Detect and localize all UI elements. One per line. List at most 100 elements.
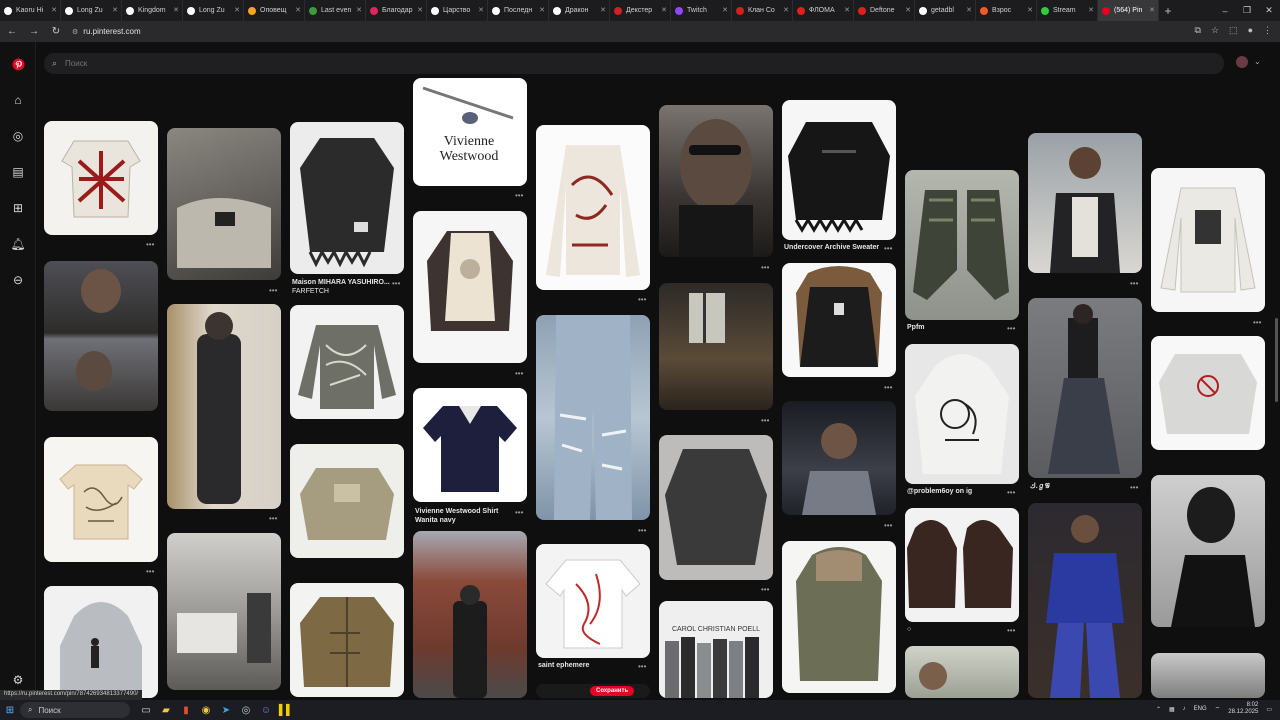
- notifications-bell-icon[interactable]: 🔔︎: [8, 234, 28, 254]
- pin-beige-tshirt-print[interactable]: [44, 437, 158, 562]
- menu-dots-icon[interactable]: ⋮: [1263, 25, 1272, 36]
- back-arrow-icon[interactable]: ←: [6, 26, 18, 37]
- chrome-icon[interactable]: ◉: [196, 700, 216, 720]
- pin-brown-hoodies[interactable]: [905, 508, 1019, 622]
- tab-close-icon[interactable]: ✕: [478, 6, 484, 14]
- browser-tab[interactable]: Kaoru Hi ✕: [0, 0, 61, 21]
- browser-tab[interactable]: getadbl ✕: [915, 0, 976, 21]
- more-options-icon[interactable]: •••: [1007, 324, 1015, 333]
- more-options-icon[interactable]: •••: [761, 416, 769, 425]
- bookmark-star-icon[interactable]: ☆: [1211, 25, 1219, 36]
- tab-close-icon[interactable]: ✕: [1088, 6, 1094, 14]
- browser-tab[interactable]: Deftone ✕: [854, 0, 915, 21]
- pinterest-logo-icon[interactable]: [8, 54, 28, 74]
- windows-start-icon[interactable]: ⊞: [0, 700, 20, 720]
- tab-close-icon[interactable]: ✕: [173, 6, 179, 14]
- tab-close-icon[interactable]: ✕: [783, 6, 789, 14]
- browser-tab[interactable]: Дракон ✕: [549, 0, 610, 21]
- app-bars-icon[interactable]: ▌▌: [276, 700, 296, 720]
- tab-close-icon[interactable]: ✕: [112, 6, 118, 14]
- install-icon[interactable]: ⧉: [1195, 25, 1201, 36]
- tab-close-icon[interactable]: ✕: [1149, 6, 1155, 14]
- pin-person-sunglasses[interactable]: [659, 105, 773, 257]
- more-options-icon[interactable]: •••: [1007, 626, 1015, 635]
- pin-partial-room[interactable]: [1151, 653, 1265, 698]
- more-options-icon[interactable]: •••: [761, 585, 769, 594]
- pin-layered-longsleeve[interactable]: [413, 211, 527, 363]
- more-options-icon[interactable]: •••: [761, 263, 769, 272]
- tab-close-icon[interactable]: ✕: [356, 6, 362, 14]
- create-plus-icon[interactable]: ⊞: [8, 198, 28, 218]
- browser-tab[interactable]: Благодар ✕: [366, 0, 427, 21]
- pin-white-sweater-red-cross[interactable]: [44, 121, 158, 235]
- steam-icon[interactable]: ◎: [236, 700, 256, 720]
- forward-arrow-icon[interactable]: →: [28, 26, 40, 37]
- reload-icon[interactable]: ↻: [50, 26, 62, 37]
- pin-grey-room[interactable]: [167, 533, 281, 690]
- site-info-icon[interactable]: ⚙: [72, 28, 78, 36]
- maximize-icon[interactable]: ❐: [1236, 0, 1258, 21]
- new-tab-button[interactable]: +: [1159, 4, 1177, 18]
- pin-person-light-room[interactable]: [905, 646, 1019, 698]
- pin-grey-hoodie[interactable]: [44, 586, 158, 698]
- more-options-icon[interactable]: •••: [146, 240, 154, 249]
- settings-gear-icon[interactable]: ⚙: [8, 670, 28, 690]
- tab-close-icon[interactable]: ✕: [905, 6, 911, 14]
- tab-close-icon[interactable]: ✕: [661, 6, 667, 14]
- user-avatar[interactable]: [1236, 56, 1248, 68]
- pin-printed-white-tee[interactable]: [1151, 168, 1265, 312]
- browser-tab[interactable]: Twitch ✕: [671, 0, 732, 21]
- pin-partial-black[interactable]: Сохранить: [536, 684, 650, 698]
- taskbar-search[interactable]: ⌕ Поиск: [20, 702, 130, 718]
- pin-vivienne-westwood-logo[interactable]: Vivienne Westwood: [413, 78, 527, 186]
- tab-close-icon[interactable]: ✕: [539, 6, 545, 14]
- more-options-icon[interactable]: •••: [1007, 488, 1015, 497]
- pin-white-shirt-red-print[interactable]: [536, 544, 650, 658]
- browser-tab[interactable]: Stream ✕: [1037, 0, 1098, 21]
- language-indicator[interactable]: ENG: [1194, 706, 1207, 712]
- pin-person-brick-house[interactable]: [413, 531, 527, 698]
- pin-person-collage[interactable]: [44, 261, 158, 411]
- more-options-icon[interactable]: •••: [638, 662, 646, 671]
- tray-chevron-icon[interactable]: ⌃: [1156, 706, 1161, 713]
- url-field[interactable]: ⚙ ru.pinterest.com: [72, 27, 141, 36]
- browser-tab[interactable]: Взрос ✕: [976, 0, 1037, 21]
- pin-dark-sweater-on-wall[interactable]: [659, 435, 773, 580]
- telegram-icon[interactable]: ➤: [216, 700, 236, 720]
- more-options-icon[interactable]: •••: [1253, 318, 1261, 327]
- tab-close-icon[interactable]: ✕: [966, 6, 972, 14]
- volume-icon[interactable]: ♪: [1183, 706, 1186, 712]
- pin-person-grey-sweater[interactable]: [782, 401, 896, 515]
- wifi-icon[interactable]: ⌔: [1215, 705, 1221, 713]
- pin-mirror-selfie-jacket[interactable]: [1028, 133, 1142, 273]
- more-options-icon[interactable]: •••: [269, 514, 277, 523]
- browser-tab[interactable]: Декстер ✕: [610, 0, 671, 21]
- pin-carol-christian-poell-clothes[interactable]: CAROL CHRISTIAN POELL: [659, 601, 773, 698]
- pin-printed-white-longsleeve[interactable]: [536, 125, 650, 290]
- browser-tab[interactable]: Long Zu ✕: [61, 0, 122, 21]
- pin-black-puffer-fur-hood[interactable]: [782, 263, 896, 377]
- pin-mirror-selfie[interactable]: [167, 304, 281, 509]
- browser-tab[interactable]: Last even ✕: [305, 0, 366, 21]
- pin-navy-polo-shirt[interactable]: [413, 388, 527, 502]
- browser-tab[interactable]: Клан Со ✕: [732, 0, 793, 21]
- more-options-icon[interactable]: •••: [1130, 483, 1138, 492]
- more-options-icon[interactable]: •••: [638, 295, 646, 304]
- more-options-icon[interactable]: •••: [1130, 279, 1138, 288]
- pin-graffiti-longsleeve[interactable]: [290, 305, 404, 419]
- pin-distressed-jeans[interactable]: [536, 315, 650, 520]
- browser-tab[interactable]: (564) Pin ✕: [1098, 0, 1159, 21]
- boards-icon[interactable]: ▤: [8, 162, 28, 182]
- browser-tab[interactable]: Царство ✕: [427, 0, 488, 21]
- more-options-icon[interactable]: •••: [884, 244, 892, 253]
- browser-tab[interactable]: ФЛОМА ✕: [793, 0, 854, 21]
- more-options-icon[interactable]: •••: [515, 369, 523, 378]
- tab-close-icon[interactable]: ✕: [51, 6, 57, 14]
- more-options-icon[interactable]: •••: [515, 508, 523, 517]
- profile-icon[interactable]: ●: [1248, 25, 1253, 36]
- browser-tab[interactable]: Long Zu ✕: [183, 0, 244, 21]
- browser-tab[interactable]: Последн ✕: [488, 0, 549, 21]
- explore-compass-icon[interactable]: ◎: [8, 126, 28, 146]
- search-input[interactable]: [65, 59, 366, 68]
- browser-tab[interactable]: Kingdom ✕: [122, 0, 183, 21]
